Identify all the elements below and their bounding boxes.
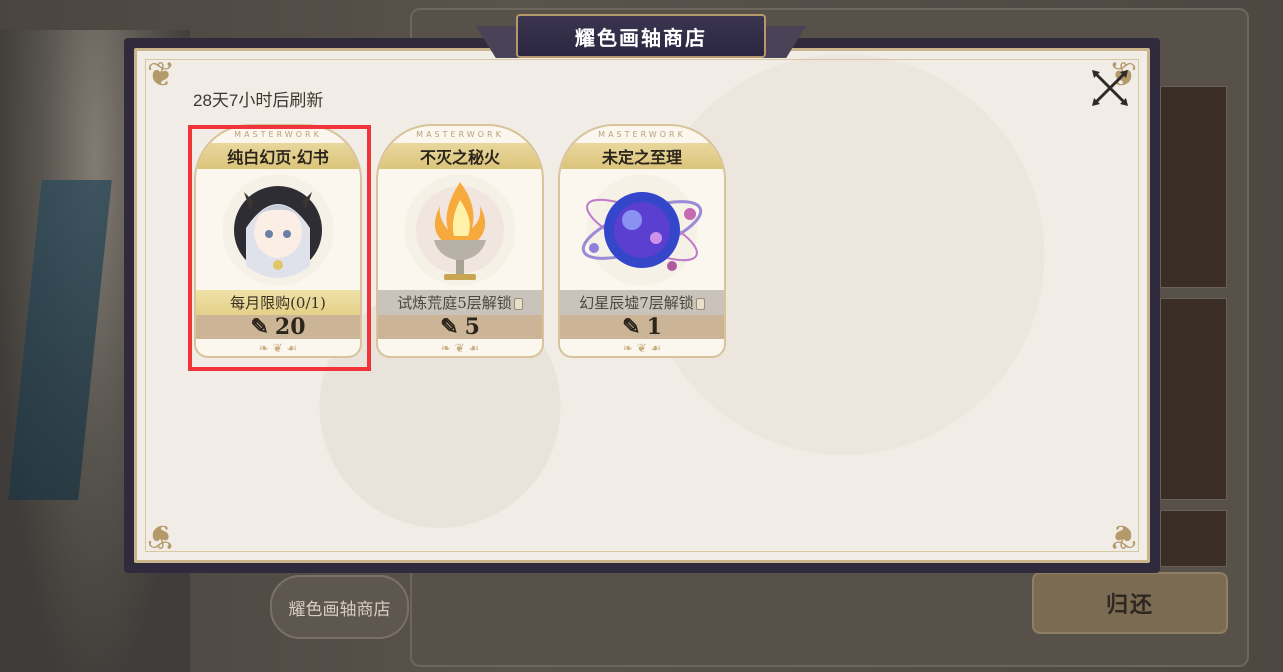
item-name: 不灭之秘火 xyxy=(378,143,542,169)
price-value: 20 xyxy=(274,314,306,340)
shop-tab-button[interactable]: 耀色画轴商店 xyxy=(270,575,409,639)
close-button[interactable] xyxy=(1086,64,1134,112)
lock-icon xyxy=(695,297,705,310)
corner-ornament-icon: ❦ xyxy=(146,516,176,556)
background-card xyxy=(1160,510,1227,567)
cosmic-orb-icon xyxy=(581,192,703,271)
item-name: 未定之至理 xyxy=(560,143,724,169)
corner-ornament-icon: ❦ xyxy=(1108,516,1138,556)
item-purchase-limit: 每月限购(0/1) xyxy=(196,290,360,315)
item-price: ✎ 20 xyxy=(196,314,360,340)
return-button[interactable]: 归还 xyxy=(1032,572,1228,634)
card-arch-text: MASTERWORK xyxy=(234,130,322,139)
background-card xyxy=(1160,86,1227,288)
shop-item-card[interactable]: MASTERWORK 不灭之秘火 试炼荒庭5层解锁 ✎ 5 ❧ ❦ ☙ xyxy=(376,124,544,358)
card-arch-text: MASTERWORK xyxy=(416,130,504,139)
item-unlock-condition: 幻星辰墟7层解锁 xyxy=(560,290,724,315)
refresh-timer: 28天7小时后刷新 xyxy=(193,91,324,110)
item-price: ✎ 1 xyxy=(560,314,724,340)
card-ornament-icon: ❧ ❦ ☙ xyxy=(440,341,480,355)
crossed-swords-icon xyxy=(1092,70,1128,106)
shop-item-card[interactable]: MASTERWORK 纯白幻页·幻书 每月限购(0/1) ✎ 20 ❧ ❦ ☙ xyxy=(194,124,362,358)
unlock-condition-text: 幻星辰墟7层解锁 xyxy=(579,294,694,312)
modal-title: 耀色画轴商店 xyxy=(516,14,766,58)
item-art xyxy=(196,170,360,290)
lock-icon xyxy=(513,297,523,310)
background-card xyxy=(1160,298,1227,500)
unlock-condition-text: 试炼荒庭5层解锁 xyxy=(397,294,512,312)
item-unlock-condition: 试炼荒庭5层解锁 xyxy=(378,290,542,315)
modal-title-banner: 耀色画轴商店 xyxy=(476,14,806,64)
price-value: 1 xyxy=(646,314,662,340)
card-ornament-icon: ❧ ❦ ☙ xyxy=(622,341,662,355)
item-name: 纯白幻页·幻书 xyxy=(196,143,360,169)
character-portrait-icon xyxy=(234,186,322,278)
scroll-icon: ✎ xyxy=(622,314,641,340)
item-price: ✎ 5 xyxy=(378,314,542,340)
corner-ornament-icon: ❦ xyxy=(146,55,176,95)
card-ornament-icon: ❧ ❦ ☙ xyxy=(258,341,298,355)
price-value: 5 xyxy=(464,314,480,340)
scroll-icon: ✎ xyxy=(440,314,459,340)
shop-item-card[interactable]: MASTERWORK 未定之至理 幻星辰墟7层解锁 ✎ 1 ❧ ❦ ☙ xyxy=(558,124,726,358)
scroll-icon: ✎ xyxy=(250,314,269,340)
flame-chalice-icon xyxy=(416,182,504,280)
item-art xyxy=(560,170,724,290)
item-art xyxy=(378,170,542,290)
card-arch-text: MASTERWORK xyxy=(598,130,686,139)
